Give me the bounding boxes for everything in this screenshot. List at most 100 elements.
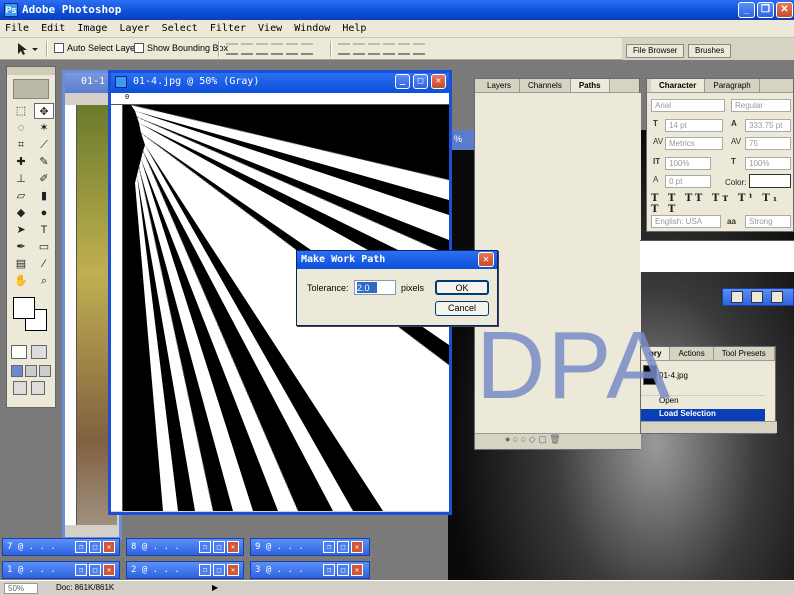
mini-toolbar-icon[interactable] (731, 291, 743, 303)
font-size-field[interactable]: 14 pt (665, 119, 723, 132)
path-selection-tool-icon[interactable]: ➤ (11, 222, 31, 238)
distribute-bottom-icon[interactable] (368, 43, 380, 55)
notes-tool-icon[interactable]: ▤ (11, 256, 31, 272)
minimized-doc-8[interactable]: 8 @ . . . ❐ □ ✕ (126, 538, 244, 556)
checkbox-box[interactable] (134, 43, 144, 53)
minimized-doc-2[interactable]: 2 @ . . . ❐ □ ✕ (126, 561, 244, 579)
zoom-field[interactable]: 50% (4, 583, 38, 594)
menu-help[interactable]: Help (337, 20, 370, 34)
tab-actions[interactable]: Actions (670, 347, 714, 360)
brush-tool-icon[interactable]: ✎ (34, 154, 54, 170)
close-icon[interactable]: ✕ (227, 541, 239, 553)
restore-icon[interactable]: ❐ (199, 541, 211, 553)
dialog-close-button[interactable]: ✕ (478, 252, 494, 267)
minimize-button[interactable]: _ (738, 2, 755, 18)
restore-icon[interactable]: ❐ (323, 541, 335, 553)
status-menu-arrow-icon[interactable]: ▶ (212, 583, 218, 592)
tab-channels[interactable]: Channels (520, 79, 571, 92)
close-icon[interactable] (771, 291, 783, 303)
menu-filter[interactable]: Filter (205, 20, 250, 34)
jump-to-imageready-icon[interactable] (13, 381, 27, 395)
vertical-scale-field[interactable]: 100% (665, 157, 711, 170)
doc-minimize-button[interactable]: _ (395, 74, 410, 89)
close-icon[interactable]: ✕ (351, 541, 363, 553)
distribute-left-icon[interactable] (383, 43, 395, 55)
menu-edit[interactable]: Edit (36, 20, 69, 34)
zoom-tool-icon[interactable]: ⌕ (34, 273, 54, 289)
close-icon[interactable]: ✕ (351, 564, 363, 576)
restore-icon[interactable]: ❐ (323, 564, 335, 576)
distribute-top-icon[interactable] (338, 43, 350, 55)
distribute-hcenter-icon[interactable] (398, 43, 410, 55)
align-top-icon[interactable] (226, 43, 238, 55)
well-tab-brushes[interactable]: Brushes (688, 44, 732, 58)
text-color-swatch[interactable] (749, 174, 791, 188)
menu-image[interactable]: Image (72, 20, 111, 34)
minimized-doc-1[interactable]: 1 @ . . . ❐ □ ✕ (2, 561, 120, 579)
menu-view[interactable]: View (253, 20, 286, 34)
crop-tool-icon[interactable]: ⌗ (11, 137, 31, 153)
ok-button[interactable]: OK (435, 280, 489, 295)
restore-icon[interactable]: ❐ (199, 564, 211, 576)
floating-mini-toolbar[interactable] (722, 288, 794, 306)
close-icon[interactable]: ✕ (103, 564, 115, 576)
tab-paragraph[interactable]: Paragraph (705, 79, 760, 92)
eyedropper-tool-icon[interactable]: ⁄ (34, 256, 54, 272)
maximize-icon[interactable]: □ (337, 564, 349, 576)
doc-maximize-button[interactable]: □ (413, 74, 428, 89)
move-tool-icon[interactable]: ✥ (34, 103, 54, 119)
blur-tool-icon[interactable]: ◆ (11, 205, 31, 221)
menu-layer[interactable]: Layer (114, 20, 153, 34)
tab-character[interactable]: Character (651, 79, 706, 92)
magic-wand-tool-icon[interactable]: ✶ (34, 120, 54, 136)
clone-stamp-tool-icon[interactable]: ⊥ (11, 171, 31, 187)
language-field[interactable]: English: USA (651, 215, 721, 228)
standard-mode-icon[interactable] (11, 345, 27, 359)
antialias-field[interactable]: Strong (745, 215, 791, 228)
maximize-icon[interactable]: □ (213, 564, 225, 576)
slice-tool-icon[interactable]: ⟋ (34, 137, 54, 153)
healing-brush-tool-icon[interactable]: ✚ (11, 154, 31, 170)
standard-screen-mode-icon[interactable] (11, 365, 23, 377)
menu-select[interactable]: Select (157, 20, 202, 34)
align-hcenter-icon[interactable] (286, 43, 298, 55)
distribute-vcenter-icon[interactable] (353, 43, 365, 55)
well-tab-file-browser[interactable]: File Browser (626, 44, 685, 58)
close-button[interactable]: ✕ (776, 2, 793, 18)
shape-tool-icon[interactable]: ▭ (34, 239, 54, 255)
cancel-button[interactable]: Cancel (435, 301, 489, 316)
menu-file[interactable]: File (0, 20, 33, 34)
eraser-tool-icon[interactable]: ▱ (11, 188, 31, 204)
tab-paths[interactable]: Paths (570, 79, 610, 92)
help-icon[interactable] (751, 291, 763, 303)
pen-tool-icon[interactable]: ✒ (11, 239, 31, 255)
minimized-doc-3[interactable]: 3 @ . . . ❐ □ ✕ (250, 561, 370, 579)
restore-icon[interactable]: ❐ (75, 564, 87, 576)
type-tool-icon[interactable]: T (34, 222, 54, 238)
align-right-icon[interactable] (301, 43, 313, 55)
tracking-field[interactable]: 75 (745, 137, 791, 150)
close-icon[interactable]: ✕ (103, 541, 115, 553)
maximize-icon[interactable]: □ (337, 541, 349, 553)
full-screen-mode-icon[interactable] (39, 365, 51, 377)
kerning-field[interactable]: Metrics (665, 137, 723, 150)
maximize-icon[interactable]: □ (213, 541, 225, 553)
tab-layers[interactable]: Layers (479, 79, 521, 92)
marquee-tool-icon[interactable]: ⬚ (11, 103, 31, 119)
align-left-icon[interactable] (271, 43, 283, 55)
full-screen-menu-mode-icon[interactable] (25, 365, 37, 377)
tolerance-input[interactable] (354, 280, 396, 295)
foreground-color-swatch[interactable] (13, 297, 35, 319)
quick-mask-mode-icon[interactable] (31, 345, 47, 359)
doc-close-button[interactable]: ✕ (431, 74, 446, 89)
photoshop-logo-icon[interactable] (13, 79, 49, 99)
lasso-tool-icon[interactable]: ◌ (11, 120, 31, 136)
auto-select-layer-checkbox[interactable]: Auto Select Layer (54, 43, 138, 53)
minimized-doc-9[interactable]: 9 @ . . . ❐ □ ✕ (250, 538, 370, 556)
align-bottom-icon[interactable] (256, 43, 268, 55)
history-brush-tool-icon[interactable]: ✐ (34, 171, 54, 187)
menu-window[interactable]: Window (289, 20, 334, 34)
distribute-right-icon[interactable] (413, 43, 425, 55)
align-vcenter-icon[interactable] (241, 43, 253, 55)
leading-field[interactable]: 333.75 pt (745, 119, 791, 132)
